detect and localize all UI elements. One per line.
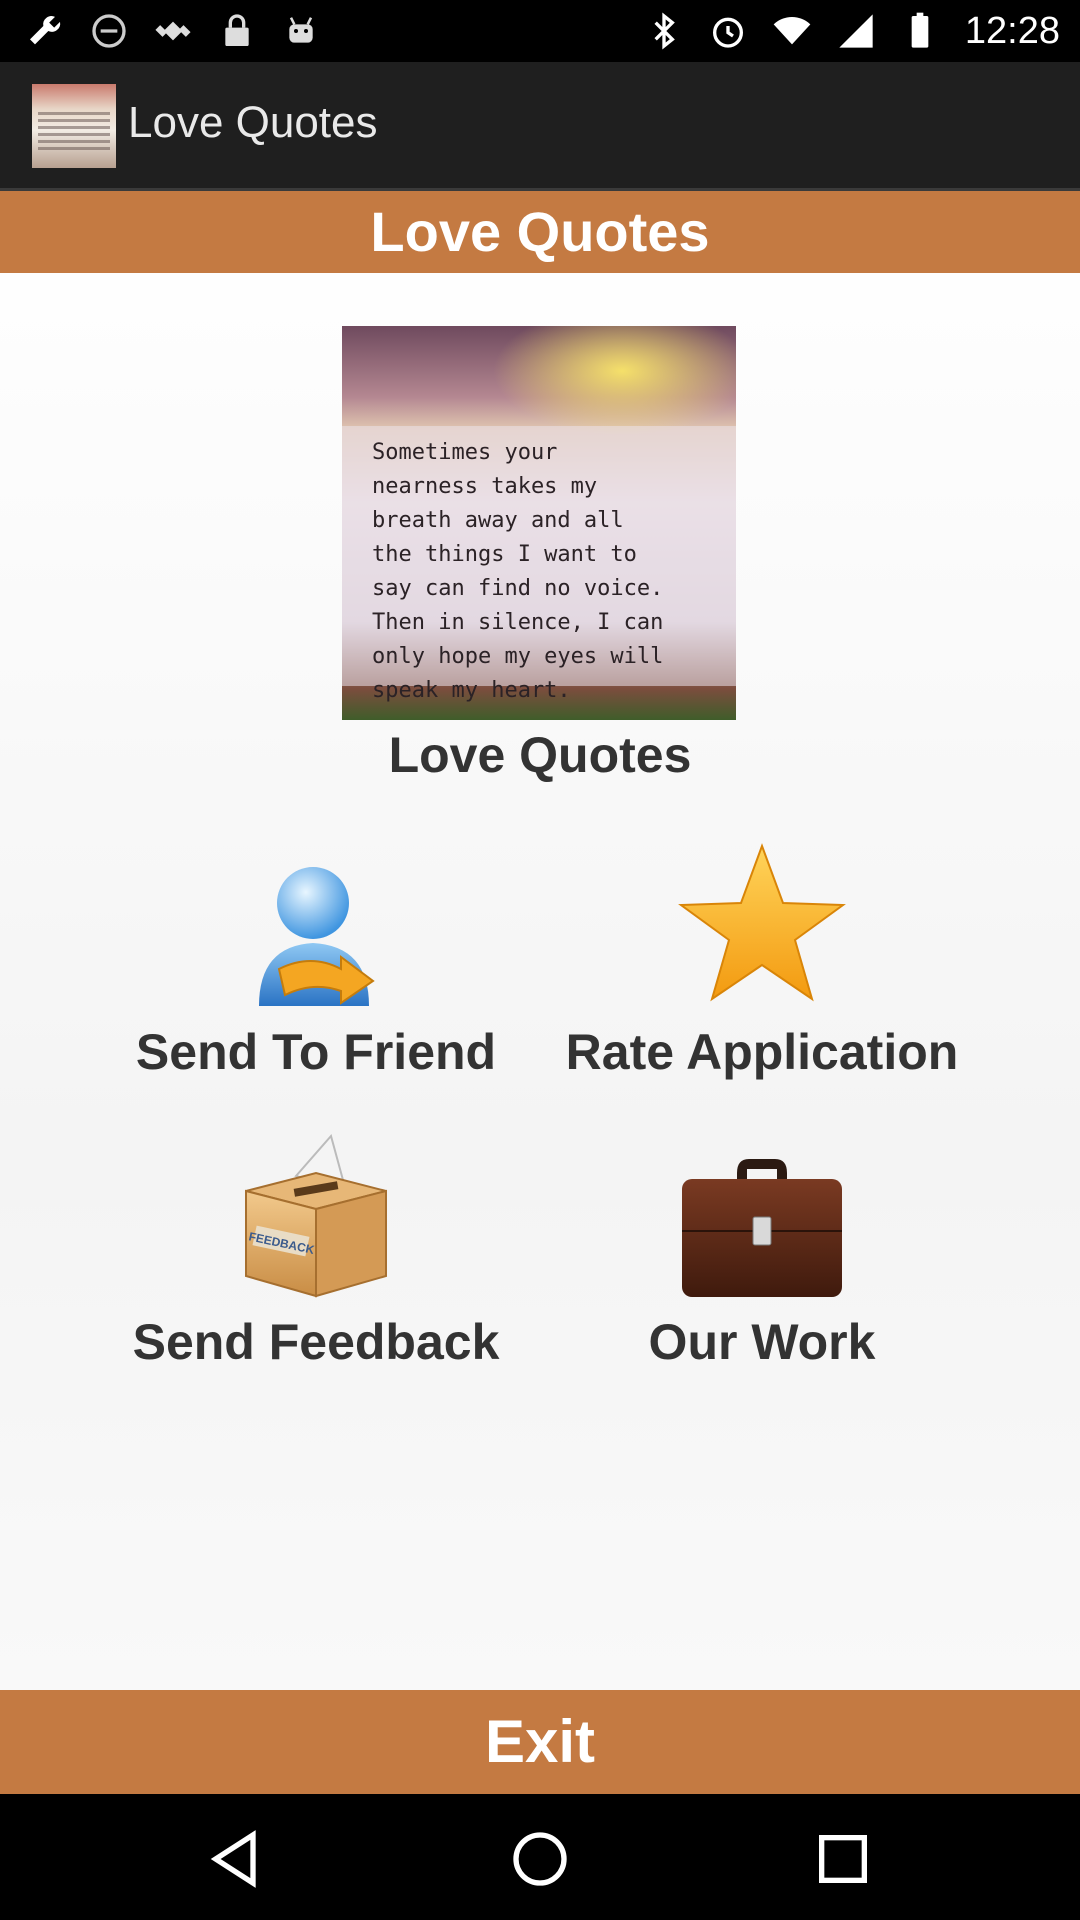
wrench-icon	[22, 8, 68, 54]
image-caption: Love Quotes	[388, 727, 692, 783]
quote-image[interactable]: Sometimes your nearness takes my breath …	[342, 326, 736, 720]
rate-application-label: Rate Application	[565, 1024, 959, 1080]
send-feedback-label: Send Feedback	[132, 1314, 500, 1370]
status-right-icons: 12:28	[641, 8, 1060, 54]
app-title: Love Quotes	[128, 98, 378, 147]
header-banner: Love Quotes	[0, 191, 1080, 273]
back-icon[interactable]	[202, 1824, 272, 1894]
alarm-icon	[705, 8, 751, 54]
lock-icon	[214, 8, 260, 54]
status-left-icons	[22, 8, 324, 54]
navigation-bar	[0, 1794, 1080, 1920]
signal-icon	[833, 8, 879, 54]
bluetooth-icon	[641, 8, 687, 54]
status-bar: 12:28	[0, 0, 1080, 62]
fake-gps-icon	[150, 8, 196, 54]
home-icon[interactable]	[505, 1824, 575, 1894]
send-feedback-button[interactable]: FEEDBACK Send Feedback	[106, 1131, 526, 1371]
app-logo-icon	[32, 84, 116, 168]
our-work-button[interactable]: Our Work	[552, 1131, 972, 1371]
user-share-icon	[259, 867, 375, 1006]
send-to-friend-button[interactable]: Send To Friend	[106, 841, 526, 1081]
status-time: 12:28	[964, 9, 1060, 52]
main-content: Love Quotes Sometimes your nearness take…	[0, 191, 1080, 1794]
rate-application-button[interactable]: Rate Application	[552, 841, 972, 1081]
send-to-friend-label: Send To Friend	[135, 1024, 497, 1080]
briefcase-icon	[682, 1159, 842, 1297]
feedback-box-icon: FEEDBACK	[245, 1133, 387, 1298]
exit-button[interactable]: Exit	[0, 1690, 1080, 1794]
star-icon	[678, 843, 846, 1002]
recents-icon[interactable]	[808, 1824, 878, 1894]
quote-image-text: Sometimes your nearness takes my breath …	[372, 440, 664, 703]
blocked-circle-icon	[86, 8, 132, 54]
our-work-label: Our Work	[648, 1314, 876, 1370]
android-icon	[278, 8, 324, 54]
battery-icon	[897, 8, 943, 54]
wifi-icon	[769, 8, 815, 54]
action-bar: Love Quotes	[0, 62, 1080, 191]
